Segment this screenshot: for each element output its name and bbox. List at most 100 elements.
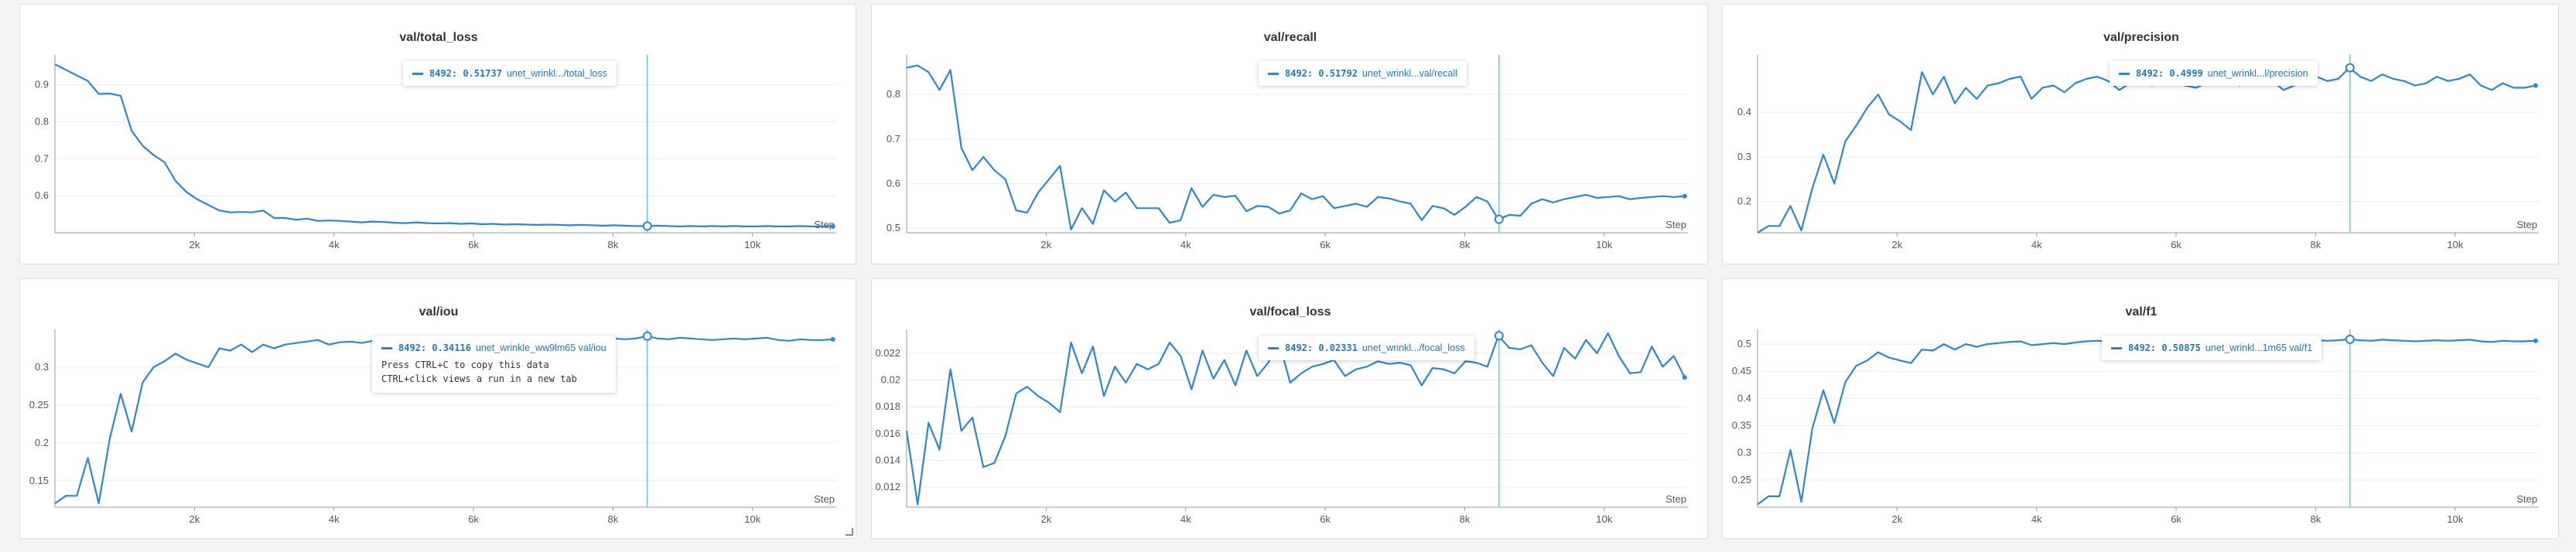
tooltip-value: 8492: 0.34116: [398, 342, 471, 353]
tooltip-run-name[interactable]: unet_wrinkl.../focal_loss: [1362, 342, 1465, 353]
x-tick-label: 10k: [1596, 513, 1612, 525]
series-swatch-icon: [1268, 73, 1279, 75]
tooltip-value: 8492: 0.4999: [2136, 68, 2203, 79]
hover-tooltip: 8492: 0.4999 unet_wrinkl...l/precision: [2110, 61, 2318, 86]
y-tick-label: 0.2: [1737, 196, 1751, 207]
panel-val-total-loss[interactable]: val/total_loss 0.6 0.7 0.8 0.9 2k 4k 6k 8k 10k Ste…: [19, 4, 856, 264]
x-tick-label: 8k: [608, 513, 619, 525]
chart-svg: val/iou 0.15 0.2 0.25 0.3 2k 4k 6k 8k 10k Step: [29, 305, 836, 525]
y-tick-label: 0.9: [35, 79, 49, 90]
tooltip-row: 8492: 0.02331 unet_wrinkl.../focal_loss: [1268, 342, 1465, 353]
y-tick-label: 0.4: [1737, 106, 1751, 118]
x-tick-label: 4k: [2031, 513, 2042, 525]
tooltip-hint: Press CTRL+C to copy this data: [381, 359, 549, 370]
series-swatch-icon: [2119, 73, 2130, 75]
series-end-point: [2533, 83, 2538, 88]
y-tick-label: 0.8: [887, 88, 900, 100]
series-line: [1757, 66, 2537, 233]
x-tick-label: 2k: [189, 239, 200, 250]
x-axis-label: Step: [1666, 219, 1686, 230]
hover-tooltip: 8492: 0.51792 unet_wrinkl...val/recall: [1259, 61, 1467, 86]
tooltip-row: 8492: 0.51737 unet_wrinkl.../total_loss: [412, 68, 607, 79]
tooltip-run-name[interactable]: unet_wrinkl...l/precision: [2208, 68, 2308, 79]
tooltip-run-name[interactable]: unet_wrinkle_ww9lm65 val/iou: [476, 342, 606, 353]
y-tick-label: 0.8: [35, 115, 49, 127]
hover-tooltip: 8492: 0.50875 unet_wrinkl...1m65 val/f1: [2102, 336, 2322, 360]
x-tick-label: 10k: [744, 513, 760, 525]
x-tick-label: 8k: [1460, 513, 1471, 525]
x-tick-label: 2k: [1891, 513, 1902, 525]
hover-point: [2345, 334, 2355, 344]
chart-title: val/iou: [419, 305, 459, 319]
y-tick-label: 0.7: [887, 133, 900, 145]
x-axis-label: Step: [2516, 493, 2537, 505]
x-axis-label: Step: [1666, 493, 1686, 505]
y-tick-label: 0.25: [29, 399, 49, 411]
hover-tooltip: 8492: 0.02331 unet_wrinkl.../focal_loss: [1259, 336, 1474, 360]
x-tick-label: 4k: [2031, 239, 2042, 250]
x-tick-label: 6k: [468, 239, 479, 250]
series-swatch-icon: [381, 347, 392, 349]
x-tick-label: 6k: [1320, 239, 1331, 250]
panel-val-f1[interactable]: val/f1 0.25 0.3 0.35 0.4 0.45 0.5 2k 4k 6k 8k 10k St…: [1722, 278, 2559, 539]
panel-val-precision[interactable]: val/precision 0.2 0.3 0.4 2k 4k 6k 8k 10k Step 849…: [1722, 4, 2559, 264]
tooltip-run-name[interactable]: unet_wrinkl...val/recall: [1362, 68, 1457, 79]
y-tick-label: 0.016: [875, 428, 900, 439]
tooltip-hint: CTRL+click views a run in a new tab: [381, 373, 577, 384]
y-tick-label: 0.02: [881, 374, 900, 386]
x-tick-label: 6k: [2171, 239, 2181, 250]
y-tick-label: 0.6: [887, 178, 900, 189]
chart-svg: val/recall 0.5 0.6 0.7 0.8 2k 4k 6k 8k 10k Step: [887, 31, 1688, 250]
charts-grid: val/total_loss 0.6 0.7 0.8 0.9 2k 4k 6k 8k 10k Ste…: [0, 0, 2576, 552]
y-tick-label: 0.6: [35, 189, 49, 201]
x-axis-label: Step: [814, 493, 835, 505]
x-tick-label: 2k: [1891, 239, 1902, 250]
series-line: [906, 64, 1685, 231]
hover-point: [2345, 63, 2355, 73]
hover-tooltip: 8492: 0.34116 unet_wrinkle_ww9lm65 val/io…: [372, 336, 616, 393]
tooltip-value: 8492: 0.50875: [2128, 342, 2201, 353]
tooltip-run-name[interactable]: unet_wrinkl...1m65 val/f1: [2205, 342, 2312, 353]
x-tick-label: 6k: [2171, 513, 2181, 525]
hover-point: [1494, 214, 1504, 224]
x-tick-label: 2k: [1040, 513, 1051, 525]
chart-svg: val/precision 0.2 0.3 0.4 2k 4k 6k 8k 10k Step: [1737, 31, 2539, 250]
tooltip-row: 8492: 0.51792 unet_wrinkl...val/recall: [1268, 68, 1457, 79]
x-tick-label: 2k: [1040, 239, 1051, 250]
chart-svg: val/total_loss0.60.70.80.92k 4k 6k 8k 10kSte…: [35, 31, 836, 250]
y-tick-label: 0.35: [1732, 420, 1751, 431]
tooltip-run-name[interactable]: unet_wrinkl.../total_loss: [507, 68, 607, 79]
x-tick-label: 4k: [329, 513, 340, 525]
y-tick-label: 0.012: [875, 481, 900, 492]
hover-point: [1494, 331, 1504, 341]
panel-val-focal-loss[interactable]: val/focal_loss 0.012 0.014 0.016 0.018 0.02 0.…: [871, 278, 1708, 539]
series-end-point: [1682, 193, 1687, 199]
y-tick-label: 0.7: [35, 152, 49, 164]
tooltip-value: 8492: 0.51737: [429, 68, 502, 79]
series-end-point: [1682, 375, 1687, 380]
x-tick-label: 8k: [1460, 239, 1471, 250]
x-tick-label: 8k: [2311, 513, 2321, 525]
x-tick-label: 4k: [1180, 239, 1191, 250]
chart-title: val/recall: [1264, 31, 1317, 44]
panel-val-iou[interactable]: val/iou 0.15 0.2 0.25 0.3 2k 4k 6k 8k 10k Step 8492…: [19, 278, 856, 539]
series-line: [54, 63, 833, 227]
x-tick-label: 4k: [329, 239, 340, 250]
panel-val-recall[interactable]: val/recall 0.5 0.6 0.7 0.8 2k 4k 6k 8k 10k Step 849…: [871, 4, 1708, 264]
y-tick-label: 0.3: [1737, 151, 1751, 162]
y-tick-label: 0.014: [875, 454, 900, 465]
x-tick-label: 8k: [608, 239, 619, 250]
x-tick-label: 8k: [2311, 239, 2321, 250]
y-tick-label: 0.5: [1737, 338, 1751, 349]
chart-svg: val/focal_loss 0.012 0.014 0.016 0.018 0.02 0.…: [875, 305, 1688, 525]
y-tick-label: 0.4: [1737, 392, 1751, 404]
y-tick-label: 0.3: [35, 361, 49, 373]
tooltip-value: 8492: 0.51792: [1285, 68, 1358, 79]
x-tick-label: 10k: [2447, 239, 2463, 250]
x-tick-label: 10k: [744, 239, 760, 250]
y-tick-label: 0.2: [35, 437, 49, 448]
x-tick-label: 2k: [189, 513, 200, 525]
hover-point: [642, 221, 652, 231]
x-tick-label: 6k: [1320, 513, 1331, 525]
x-tick-label: 4k: [1180, 513, 1191, 525]
